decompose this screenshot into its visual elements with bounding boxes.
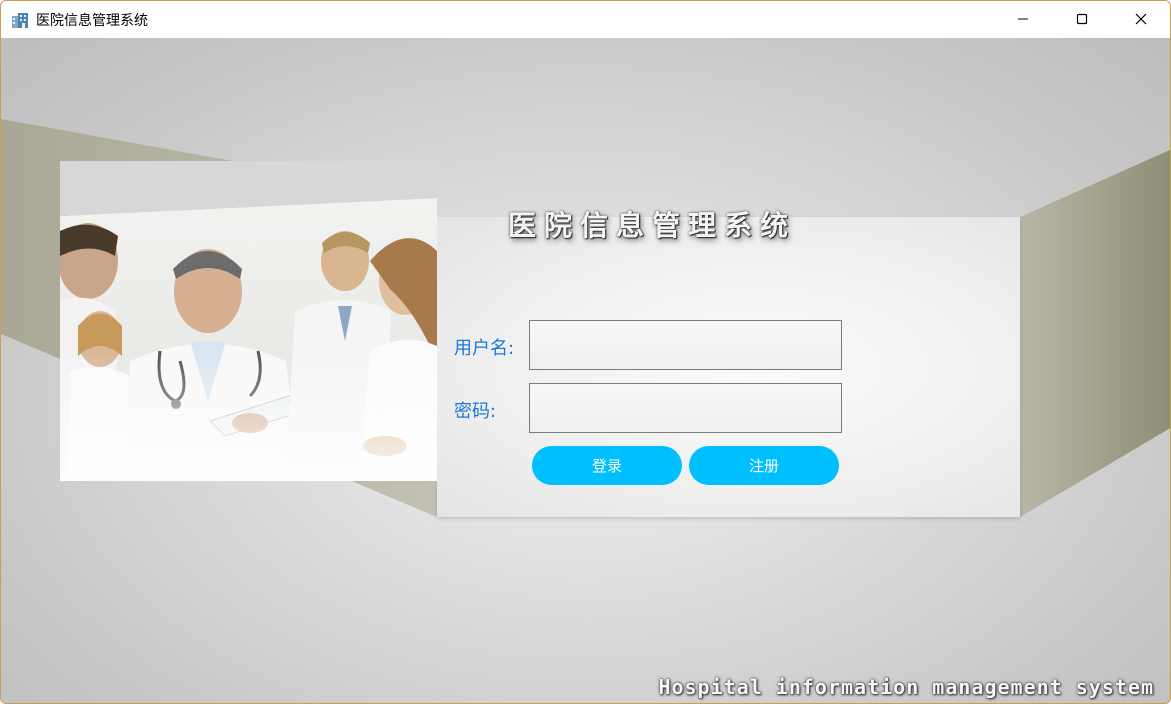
doctors-photo [58,161,437,516]
password-label: 密码: [454,401,497,422]
hospital-building-icon [11,11,29,29]
password-input[interactable] [529,383,842,433]
username-input[interactable] [529,320,842,370]
app-window: 医院信息管理系统 医院信息管理系统 用户名: 密码: 登录 注册 Hospita… [0,0,1171,704]
footer-tagline: Hospital information management system [658,675,1154,699]
login-button[interactable]: 登录 [532,446,682,485]
window-controls [993,1,1170,38]
close-icon [1135,10,1147,29]
title-bar[interactable]: 医院信息管理系统 [1,1,1170,38]
minimize-icon [1017,10,1029,29]
window-title: 医院信息管理系统 [36,12,148,29]
register-button[interactable]: 注册 [689,446,839,485]
maximize-icon [1076,10,1088,29]
close-button[interactable] [1111,1,1170,38]
maximize-button[interactable] [1052,1,1111,38]
username-label: 用户名: [454,338,515,359]
minimize-button[interactable] [993,1,1052,38]
system-heading: 医院信息管理系统 [508,209,797,242]
